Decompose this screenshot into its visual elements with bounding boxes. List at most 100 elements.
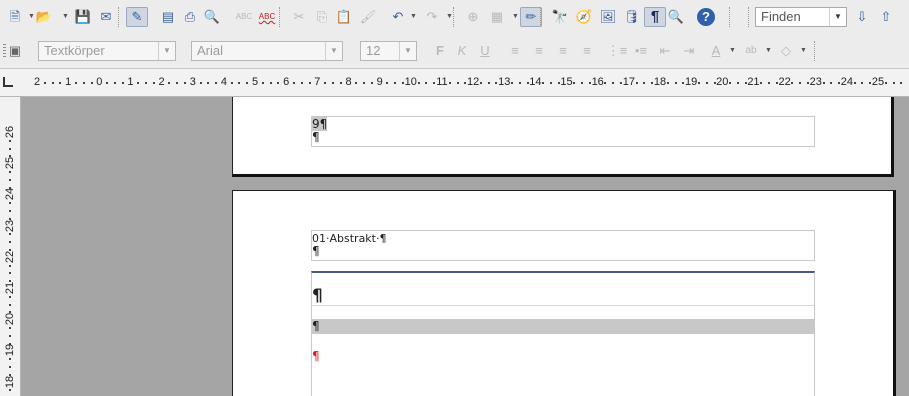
open-icon[interactable]: 📂 (34, 8, 54, 26)
increase-indent-icon[interactable]: ⇥ (679, 42, 699, 60)
open-dropdown[interactable]: ▼ (62, 13, 69, 20)
numbering-icon[interactable]: ⋮≡ (607, 42, 628, 60)
ruler-tick-mark (339, 82, 342, 84)
toolbar-overflow[interactable] (729, 7, 731, 27)
align-right-icon[interactable]: ≡ (553, 42, 573, 60)
ruler-tick-mark (90, 82, 93, 84)
find-next-icon[interactable]: ⇩ (852, 8, 872, 26)
decrease-indent-icon[interactable]: ⇤ (655, 42, 675, 60)
ruler-tick-label: 22 (778, 76, 791, 88)
ruler-tick-mark (183, 82, 186, 84)
ruler-tick-mark (121, 82, 124, 84)
email-icon[interactable]: ✉ (96, 8, 116, 26)
ruler-tick-mark (9, 202, 11, 205)
ruler-tick-label: 4 (220, 76, 227, 88)
edit-file-icon[interactable]: ✎ (126, 7, 148, 27)
vertical-ruler[interactable]: 26 25 24 23 22 21 20 19 18 (0, 97, 21, 396)
ruler-tick-mark (612, 82, 615, 84)
data-sources-icon[interactable]: 🛢 (622, 8, 642, 26)
ruler-tick-mark (674, 82, 677, 84)
ruler-tick-label: 2 (33, 76, 41, 88)
autospellcheck-icon[interactable]: ABC (257, 8, 277, 26)
find-replace-icon[interactable]: 🔭 (550, 8, 570, 26)
ruler-tick-mark (261, 82, 264, 84)
header-area[interactable]: 01·Abstrakt·¶ ¶ (311, 230, 815, 261)
horizontal-ruler[interactable]: 2 1 0 1 2 3 4 5 6 7 8 9 10 11 12 13 14 15 16 17 18 19 20 21 22 23… (0, 69, 909, 97)
table-icon[interactable]: ▦ (487, 8, 507, 26)
formatting-marks-icon[interactable]: ¶ (644, 7, 666, 27)
chevron-down-icon[interactable]: ▼ (325, 42, 342, 60)
styles-formatting-icon[interactable]: ▣ (5, 42, 25, 60)
ruler-tick-mark (9, 264, 11, 267)
paste-icon[interactable]: 📋 (334, 8, 354, 26)
spellcheck-icon[interactable]: ABC (234, 8, 254, 26)
table-dropdown[interactable]: ▼ (512, 13, 519, 20)
ruler-tick-mark (604, 82, 607, 84)
ruler-tick-label: 6 (283, 76, 290, 88)
redo-dropdown[interactable]: ▼ (446, 13, 453, 20)
italic-icon[interactable]: K (452, 42, 472, 60)
export-pdf-icon[interactable]: ▤ (158, 8, 178, 26)
format-paintbrush-icon[interactable]: 🖌 (358, 8, 378, 26)
toolbar-overflow[interactable] (814, 41, 816, 61)
ruler-tick-mark (768, 82, 771, 84)
save-icon[interactable]: 💾 (73, 8, 93, 26)
highlighting-dropdown[interactable]: ▼ (765, 47, 772, 54)
find-previous-icon[interactable]: ⇧ (876, 8, 896, 26)
ruler-tick-mark (705, 82, 708, 84)
zoom-icon[interactable]: 🔍 (666, 8, 686, 26)
ruler-tick-mark (425, 82, 428, 84)
copy-icon[interactable]: ⎘ (312, 8, 332, 26)
hyperlink-icon[interactable]: ⊕ (463, 8, 483, 26)
new-document-icon[interactable]: 🗎 (5, 8, 25, 26)
paragraph-style-select[interactable]: Textkörper ▼ (38, 41, 176, 61)
undo-dropdown[interactable]: ▼ (410, 13, 417, 20)
ruler-tick-mark (573, 82, 576, 84)
ruler-tick-mark (417, 82, 420, 84)
font-color-icon[interactable]: A (706, 42, 726, 60)
tab-stop-type-icon[interactable] (3, 77, 13, 87)
bullets-icon[interactable]: •≡ (631, 42, 651, 60)
find-input[interactable]: Finden ▼ (755, 7, 847, 27)
show-draw-functions-icon[interactable]: ✏ (520, 7, 542, 27)
redo-icon[interactable]: ↷ (422, 8, 442, 26)
chevron-down-icon[interactable]: ▼ (829, 8, 846, 26)
background-color-icon[interactable]: ◇ (776, 42, 796, 60)
font-name-select[interactable]: Arial ▼ (191, 41, 343, 61)
text-body-area[interactable]: ¶ ¶ ¶ (311, 271, 815, 396)
underline-icon[interactable]: U (475, 42, 495, 60)
align-center-icon[interactable]: ≡ (529, 42, 549, 60)
cut-icon[interactable]: ✂ (289, 8, 309, 26)
font-color-dropdown[interactable]: ▼ (729, 47, 736, 54)
background-color-dropdown[interactable]: ▼ (800, 47, 807, 54)
help-icon[interactable]: ? (697, 8, 715, 26)
gallery-icon[interactable]: 🖼 (598, 8, 618, 26)
bold-icon[interactable]: F (430, 42, 450, 60)
ruler-tick-label: 24 (840, 76, 854, 88)
ruler-tick-label: 22 (4, 250, 16, 263)
ruler-tick-mark (238, 82, 241, 84)
undo-icon[interactable]: ↶ (388, 8, 408, 26)
ruler-tick-mark (292, 82, 295, 84)
chevron-down-icon[interactable]: ▼ (158, 42, 175, 60)
document-area[interactable]: 9¶ ¶ 01·Abstrakt·¶ ¶ ¶ ¶ ¶ (21, 97, 909, 396)
footer-area[interactable]: 9¶ ¶ (311, 116, 815, 147)
page-preview-icon[interactable]: 🔍 (202, 8, 222, 26)
navigator-icon[interactable]: 🧭 (574, 8, 594, 26)
ruler-tick-mark (760, 82, 763, 84)
ruler-tick-mark (433, 82, 436, 84)
ruler-tick-mark (9, 210, 11, 212)
highlighting-icon[interactable]: ab (741, 42, 761, 60)
align-left-icon[interactable]: ≡ (505, 42, 525, 60)
ruler-tick-mark (199, 82, 202, 84)
body-paragraph-mark-2: ¶ (312, 319, 814, 334)
page-number-field: 9¶ (312, 117, 328, 131)
ruler-tick-mark (215, 82, 218, 84)
find-input-placeholder: Finden (761, 9, 801, 24)
font-size-select[interactable]: 12 ▼ (360, 41, 417, 61)
page-previous[interactable]: 9¶ ¶ (232, 97, 894, 177)
chevron-down-icon[interactable]: ▼ (399, 42, 416, 60)
justify-icon[interactable]: ≡ (577, 42, 597, 60)
page-current[interactable]: 01·Abstrakt·¶ ¶ ¶ ¶ ¶ (232, 190, 896, 396)
print-icon[interactable]: ⎙ (180, 8, 200, 26)
